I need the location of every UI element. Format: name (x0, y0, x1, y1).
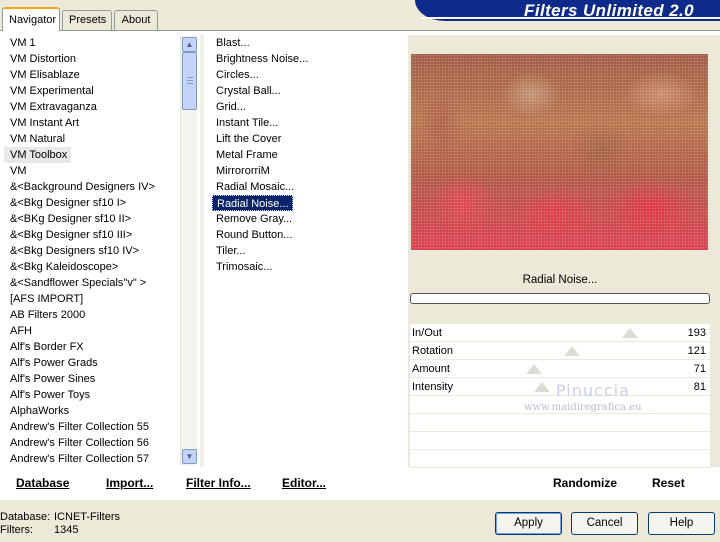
filter-item[interactable]: Radial Mosaic... (212, 179, 402, 195)
filter-list[interactable]: Blast... Brightness Noise... Circles... Cry… (212, 35, 402, 467)
category-item[interactable]: VM Distortion (4, 51, 180, 67)
category-item[interactable]: VM 1 (4, 35, 180, 51)
filter-item[interactable]: Grid... (212, 99, 402, 115)
slider-label: In/Out (412, 327, 442, 339)
slider-label: Intensity (412, 381, 453, 393)
category-list[interactable]: VM 1 VM Distortion VM Elisablaze VM Experim… (4, 35, 180, 467)
category-item[interactable]: Alf's Power Sines (4, 371, 180, 387)
progress-bar (410, 293, 710, 304)
slider-in-out[interactable]: In/Out 193 (410, 324, 710, 342)
category-item[interactable]: VM Natural (4, 131, 180, 147)
slider-empty-row (410, 432, 710, 450)
tab-presets[interactable]: Presets (62, 10, 112, 30)
help-button[interactable]: Help (648, 512, 715, 535)
slider-thumb[interactable] (622, 328, 638, 338)
cancel-button[interactable]: Cancel (571, 512, 638, 535)
preview-filter-name: Radial Noise... (522, 274, 598, 286)
filter-item[interactable]: Radial Noise... (212, 195, 293, 211)
category-item[interactable]: VM Extravaganza (4, 99, 180, 115)
category-item[interactable]: VM Instant Art (4, 115, 180, 131)
category-scrollbar[interactable]: ▲ ▼ (180, 36, 197, 466)
category-item[interactable]: [AFS IMPORT] (4, 291, 180, 307)
status-filters-value: 1345 (54, 524, 79, 536)
category-item[interactable]: &<Bkg Designer sf10 III> (4, 227, 180, 243)
apply-button[interactable]: Apply (495, 512, 562, 535)
slider-thumb[interactable] (526, 364, 542, 374)
preview-image (411, 54, 708, 250)
category-item[interactable]: AB Filters 2000 (4, 307, 180, 323)
filter-item[interactable]: Remove Gray... (212, 211, 402, 227)
category-item[interactable]: AFH (4, 323, 180, 339)
divider (200, 35, 204, 467)
filter-item[interactable]: Tiler... (212, 243, 402, 259)
database-button[interactable]: Database (16, 476, 69, 490)
slider-thumb[interactable] (564, 346, 580, 356)
title-banner: Filters Unlimited 2.0 (415, 0, 720, 21)
watermark-site: www.maidiregrafica.eu (524, 402, 642, 413)
tab-navigator[interactable]: Navigator (2, 7, 60, 31)
slider-label: Rotation (412, 345, 453, 357)
editor-button[interactable]: Editor... (282, 476, 326, 490)
category-item[interactable]: &<Bkg Designers sf10 IV> (4, 243, 180, 259)
reset-button[interactable]: Reset (652, 476, 685, 490)
filter-item[interactable]: Brightness Noise... (212, 51, 402, 67)
filter-info-button[interactable]: Filter Info... (186, 476, 251, 490)
category-item[interactable]: Alf's Border FX (4, 339, 180, 355)
filter-item[interactable]: Crystal Ball... (212, 83, 402, 99)
filter-item[interactable]: MirrororriM (212, 163, 402, 179)
status-info: Database: ICNET-Filters Filters: 1345 (0, 511, 120, 537)
watermark-name: Pinuccia (556, 381, 630, 400)
category-item[interactable]: &<Bkg Kaleidoscope> (4, 259, 180, 275)
category-item[interactable]: VM Experimental (4, 83, 180, 99)
category-item[interactable]: VM (4, 163, 180, 179)
scroll-up-button[interactable]: ▲ (182, 37, 197, 52)
app-title: Filters Unlimited 2.0 (524, 1, 694, 20)
category-item[interactable]: &<Sandflower Specials"v" > (4, 275, 180, 291)
import-button[interactable]: Import... (106, 476, 153, 490)
category-item[interactable]: Andrew's Filter Collection 56 (4, 435, 180, 451)
category-item[interactable]: Alf's Power Grads (4, 355, 180, 371)
filter-item[interactable]: Metal Frame (212, 147, 402, 163)
filter-item[interactable]: Blast... (212, 35, 402, 51)
filter-item[interactable]: Round Button... (212, 227, 402, 243)
category-item[interactable]: VM Toolbox (4, 147, 72, 163)
category-item[interactable]: &<Bkg Designer sf10 I> (4, 195, 180, 211)
category-item[interactable]: Andrew's Filter Collection 57 (4, 451, 180, 467)
tab-about[interactable]: About (114, 10, 158, 30)
filter-item[interactable]: Trimosaic... (212, 259, 402, 275)
status-filters-label: Filters: (0, 524, 33, 536)
slider-empty-row (410, 414, 710, 432)
status-database-value: ICNET-Filters (54, 511, 120, 523)
category-item[interactable]: Alf's Power Toys (4, 387, 180, 403)
scroll-down-button[interactable]: ▼ (182, 449, 197, 464)
status-database-label: Database: (0, 511, 51, 523)
filter-item[interactable]: Instant Tile... (212, 115, 402, 131)
slider-value: 71 (693, 363, 706, 375)
slider-empty-row (410, 450, 710, 468)
category-item[interactable]: AlphaWorks (4, 403, 180, 419)
slider-amount[interactable]: Amount 71 (410, 360, 710, 378)
slider-rotation[interactable]: Rotation 121 (410, 342, 710, 360)
slider-value: 81 (693, 381, 706, 393)
scroll-thumb[interactable] (182, 52, 197, 110)
slider-thumb[interactable] (534, 382, 550, 392)
filter-item[interactable]: Lift the Cover (212, 131, 402, 147)
category-item[interactable]: VM Elisablaze (4, 67, 180, 83)
category-item[interactable]: Andrew's Filter Collection 55 (4, 419, 180, 435)
category-item[interactable]: &<Background Designers IV> (4, 179, 180, 195)
slider-label: Amount (412, 363, 450, 375)
randomize-button[interactable]: Randomize (553, 476, 617, 490)
slider-value: 121 (687, 345, 706, 357)
filter-item[interactable]: Circles... (212, 67, 402, 83)
category-item[interactable]: &<BKg Designer sf10 II> (4, 211, 180, 227)
slider-value: 193 (687, 327, 706, 339)
